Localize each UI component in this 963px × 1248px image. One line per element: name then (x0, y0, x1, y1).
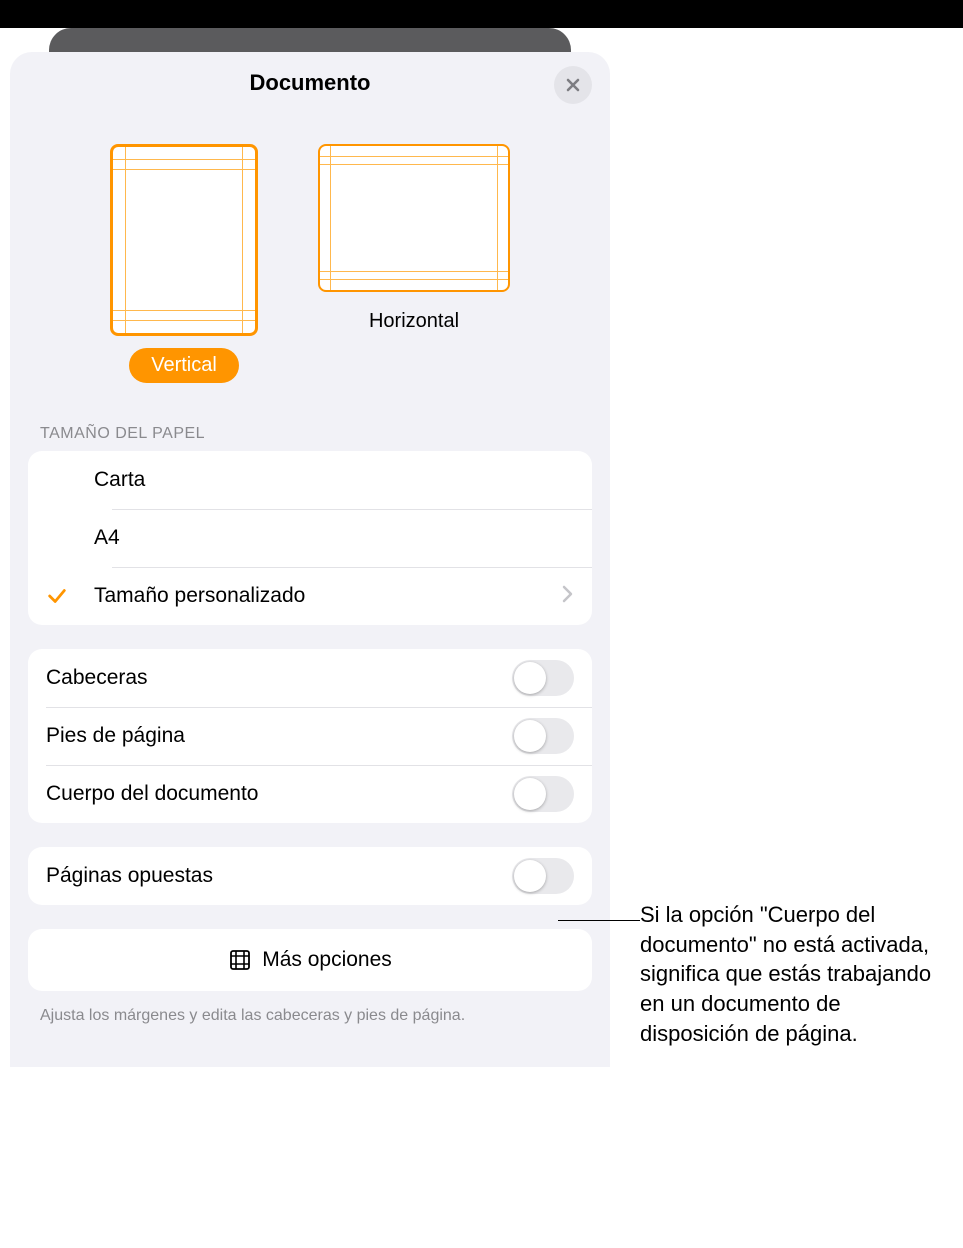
footers-toggle[interactable] (512, 718, 574, 754)
document-body-row: Cuerpo del documento (28, 765, 592, 823)
checkmark-icon (46, 585, 68, 607)
document-body-toggle[interactable] (512, 776, 574, 812)
panel-title: Documento (250, 70, 371, 96)
document-body-label: Cuerpo del documento (46, 782, 512, 806)
document-toggles-group: Cabeceras Pies de página Cuerpo del docu… (28, 649, 592, 823)
more-options-label: Más opciones (262, 948, 392, 972)
paper-size-label: A4 (94, 526, 574, 550)
paper-size-carta[interactable]: Carta (28, 451, 592, 509)
headers-row: Cabeceras (28, 649, 592, 707)
window-chrome-bar (0, 0, 963, 28)
sheet-backdrop (49, 28, 571, 52)
orientation-horizontal-label: Horizontal (347, 304, 481, 339)
portrait-thumb-icon (110, 144, 258, 336)
facing-pages-group: Páginas opuestas (28, 847, 592, 905)
orientation-picker: Vertical Horizontal (10, 144, 610, 383)
checkmark-col (46, 585, 94, 607)
callout-text: Si la opción "Cuerpo del documento" no e… (640, 900, 950, 1048)
paper-size-label: Tamaño personalizado (94, 584, 562, 608)
orientation-vertical[interactable]: Vertical (110, 144, 258, 383)
footers-row: Pies de página (28, 707, 592, 765)
paper-size-custom[interactable]: Tamaño personalizado (28, 567, 592, 625)
orientation-vertical-label: Vertical (129, 348, 239, 383)
orientation-horizontal[interactable]: Horizontal (318, 144, 510, 383)
close-icon (565, 77, 581, 93)
callout-leader-line (558, 920, 640, 921)
margins-icon (228, 948, 252, 972)
facing-pages-label: Páginas opuestas (46, 864, 512, 888)
close-button[interactable] (554, 66, 592, 104)
paper-size-label: Carta (94, 468, 574, 492)
paper-size-a4[interactable]: A4 (28, 509, 592, 567)
paper-size-section-label: TAMAÑO DEL PAPEL (10, 405, 610, 451)
panel-header: Documento (10, 52, 610, 114)
paper-size-list: Carta A4 Tamaño personalizado (28, 451, 592, 625)
landscape-thumb-icon (318, 144, 510, 292)
headers-label: Cabeceras (46, 666, 512, 690)
more-options-button[interactable]: Más opciones (28, 929, 592, 991)
facing-pages-row: Páginas opuestas (28, 847, 592, 905)
headers-toggle[interactable] (512, 660, 574, 696)
footers-label: Pies de página (46, 724, 512, 748)
footer-hint: Ajusta los márgenes y edita las cabecera… (10, 991, 610, 1027)
document-settings-panel: Documento Vertical (10, 52, 610, 1067)
facing-pages-toggle[interactable] (512, 858, 574, 894)
chevron-right-icon (562, 583, 574, 609)
